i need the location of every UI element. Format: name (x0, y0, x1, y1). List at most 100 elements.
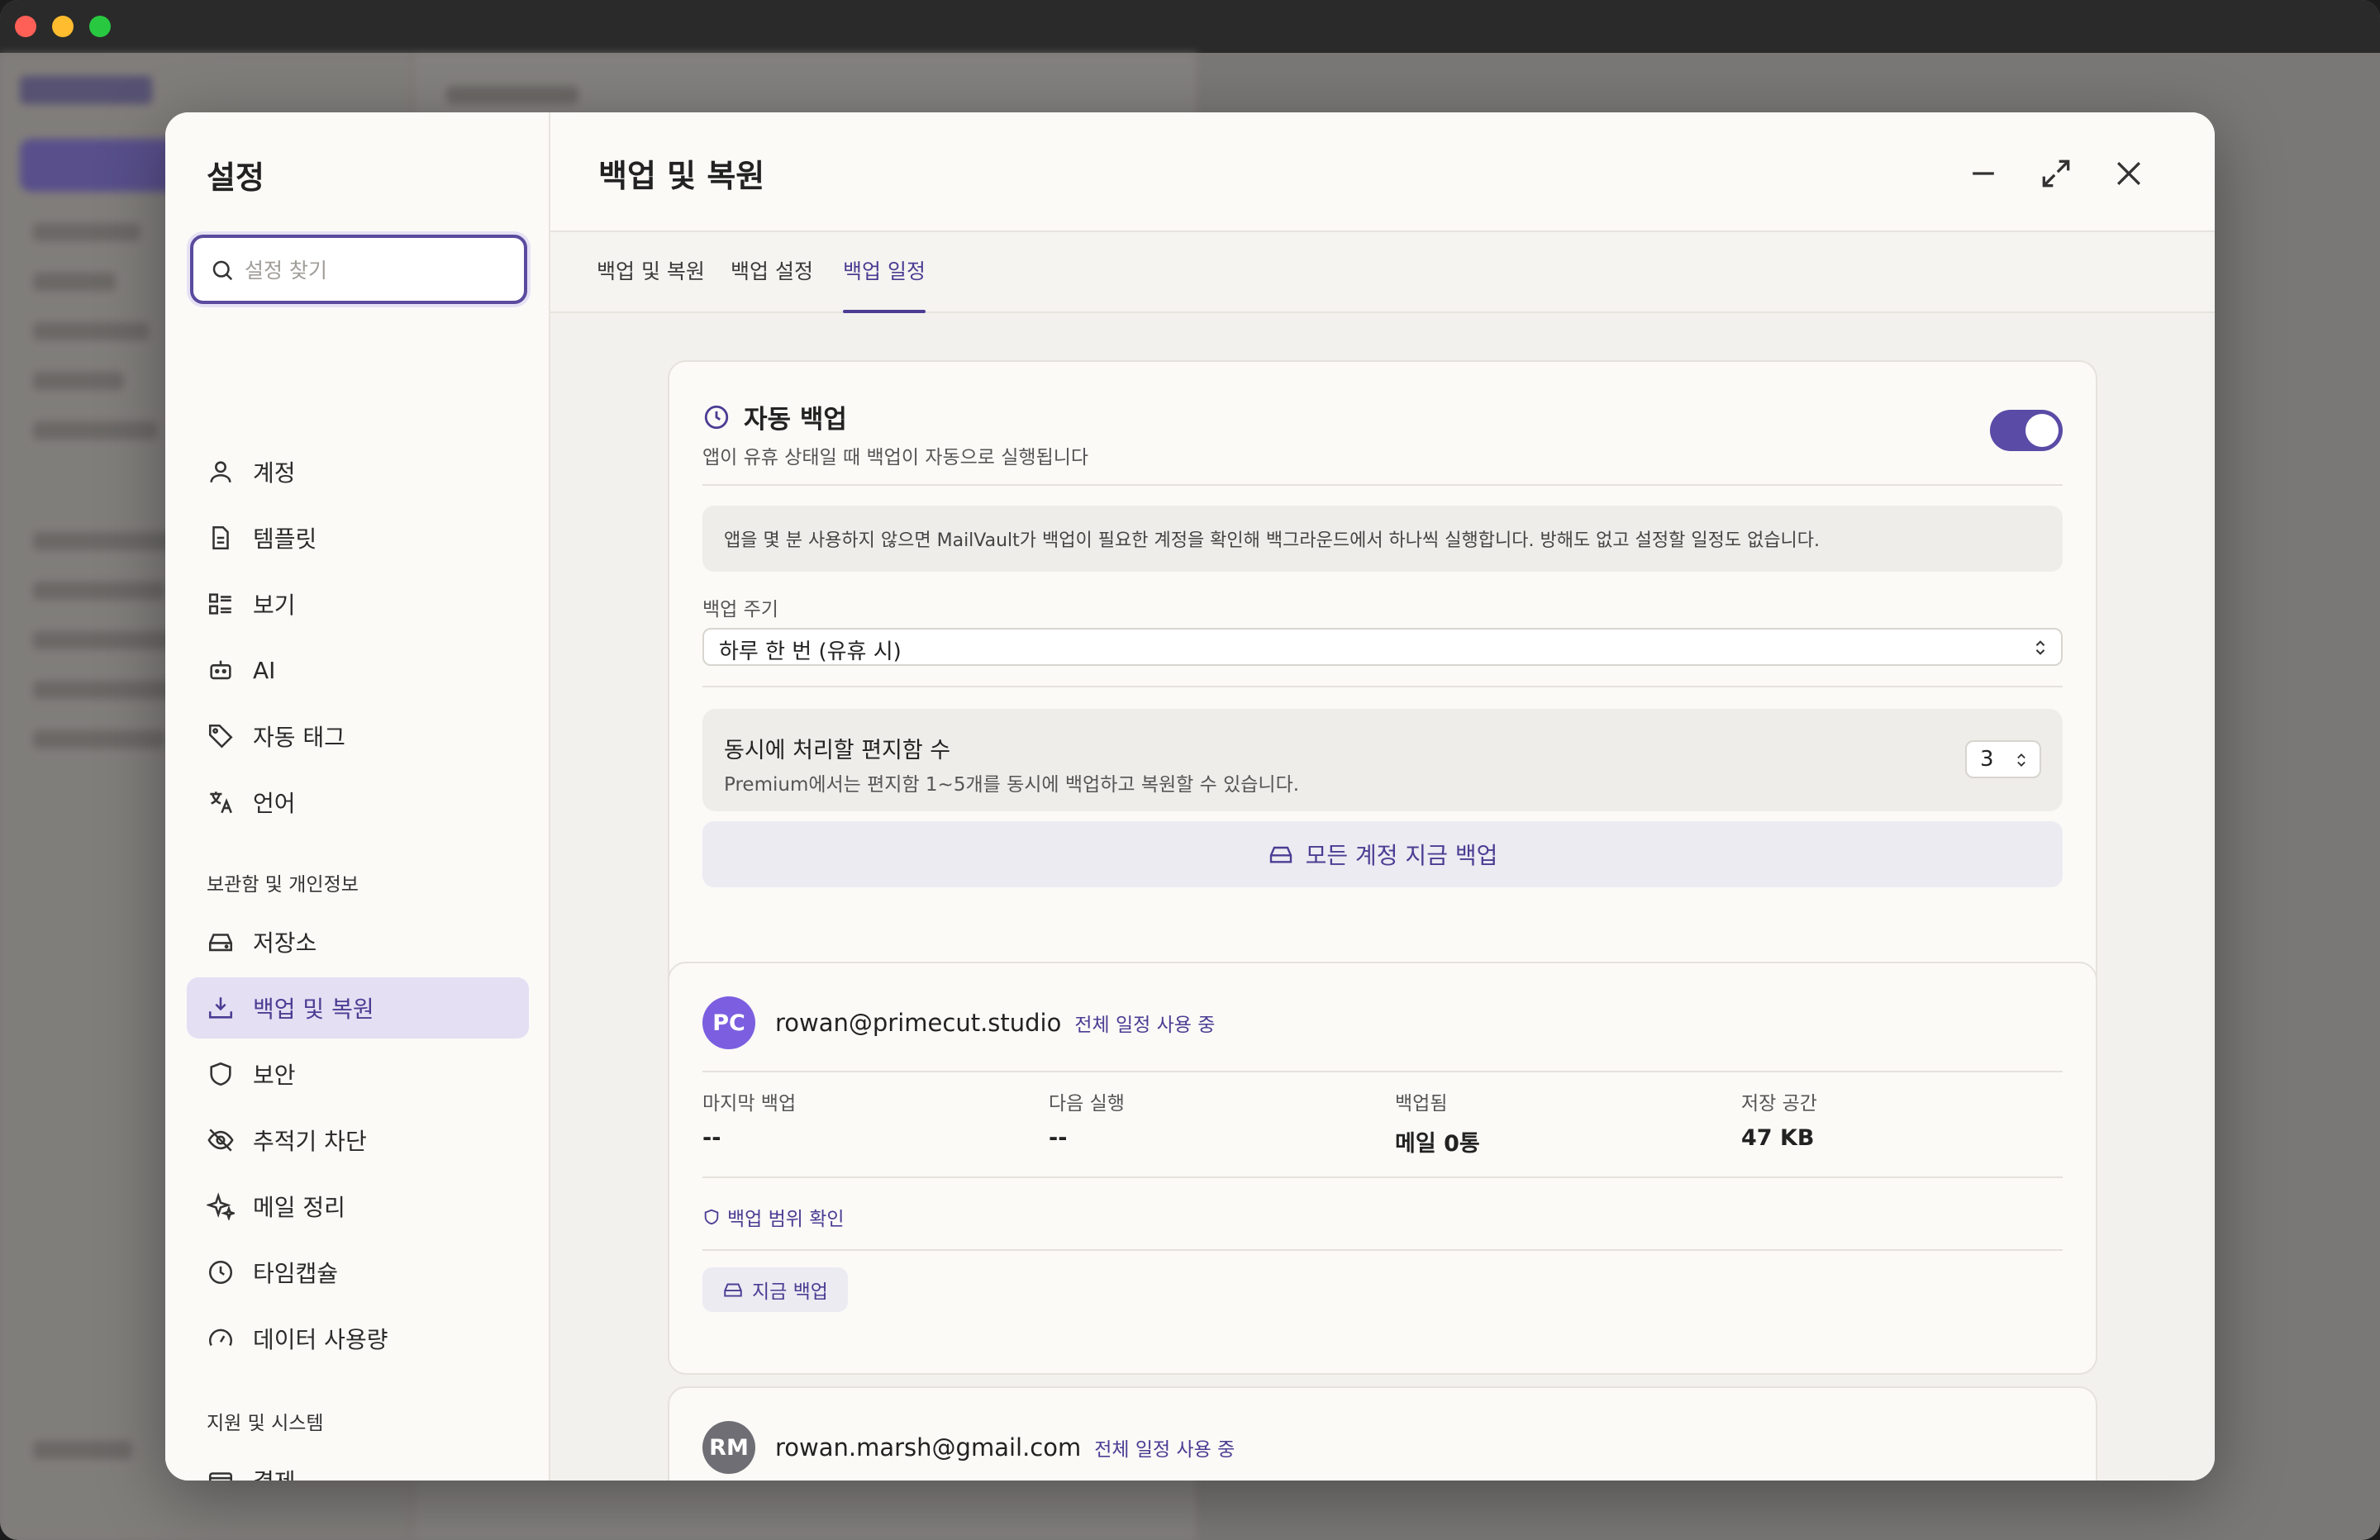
auto-backup-subtitle: 앱이 유휴 상태일 때 백업이 자동으로 실행됩니다 (702, 447, 1089, 468)
frequency-select[interactable]: 하루 한 번 (유휴 시) (702, 628, 2063, 666)
close-window-button[interactable] (15, 16, 36, 37)
sidebar-item-view[interactable]: 보기 (187, 573, 529, 635)
divider (702, 1071, 2063, 1072)
sidebar-item-security[interactable]: 보안 (187, 1043, 529, 1105)
stat-last-backup: 마지막 백업 -- (702, 1087, 796, 1151)
sidebar-item-label: 데이터 사용량 (253, 1326, 388, 1353)
stat-storage: 저장 공간 47 KB (1741, 1087, 1817, 1151)
sidebar-item-mail-cleanup[interactable]: 메일 정리 (187, 1176, 529, 1237)
sidebar-item-label: 보기 (253, 592, 296, 619)
sidebar-item-backup-restore[interactable]: 백업 및 복원 (187, 977, 529, 1039)
backup-all-label: 모든 계정 지금 백업 (1305, 842, 1498, 869)
translate-icon (210, 791, 232, 814)
search-icon (212, 260, 233, 281)
auto-backup-toggle[interactable] (1990, 410, 2063, 451)
chevron-updown-icon (2035, 640, 2045, 655)
user-icon (210, 461, 231, 482)
drive-icon (1269, 846, 1292, 863)
zoom-window-button[interactable] (89, 16, 111, 37)
background-line (33, 681, 174, 699)
background-line (33, 223, 140, 241)
account-email: rowan@primecut.studio (775, 1009, 1062, 1037)
background-line (33, 421, 157, 440)
sidebar-item-label: 메일 정리 (253, 1194, 345, 1221)
sidebar-item-label: 추적기 차단 (253, 1128, 367, 1155)
account-header: RM rowan.marsh@gmail.com 전체 일정 사용 중 (702, 1421, 1235, 1474)
concurrency-panel: 동시에 처리할 편지함 수 Premium에서는 편지함 1~5개를 동시에 백… (702, 709, 2063, 811)
stat-label: 마지막 백업 (702, 1093, 797, 1115)
clock-icon (704, 405, 729, 429)
settings-search[interactable] (190, 235, 527, 304)
minimize-icon[interactable] (1965, 155, 2002, 192)
divider (702, 686, 2063, 687)
background-line (446, 86, 578, 104)
sidebar-item-label: 계정 (253, 459, 296, 487)
sidebar-item-label: 저장소 (253, 929, 317, 957)
backup-all-button[interactable]: 모든 계정 지금 백업 (702, 821, 2063, 887)
sidebar-item-time-capsule[interactable]: 타임캡슐 (187, 1242, 529, 1303)
sidebar-item-billing[interactable]: 결제 (187, 1450, 529, 1481)
account-email: rowan.marsh@gmail.com (775, 1433, 1082, 1462)
settings-modal: 설정 계정 템플릿 보기 AI 자동 (165, 112, 2215, 1481)
minimize-window-button[interactable] (52, 16, 74, 37)
drive-icon (208, 934, 233, 952)
backup-scope-link[interactable]: 백업 범위 확인 (702, 1203, 845, 1231)
document-icon (212, 525, 229, 550)
sidebar-item-label: 백업 및 복원 (253, 996, 374, 1023)
close-icon[interactable] (2111, 155, 2147, 192)
drive-icon (724, 1283, 742, 1297)
tab-backup-settings[interactable]: 백업 설정 (731, 255, 813, 313)
background-line (33, 582, 165, 600)
clock-icon (208, 1260, 233, 1285)
stat-backed-up: 백업됨 메일 0통 (1395, 1087, 1480, 1157)
robot-icon (210, 660, 231, 680)
sidebar-item-account[interactable]: 계정 (187, 441, 529, 502)
sidebar-item-label: AI (253, 656, 276, 684)
sidebar-item-label: 언어 (253, 790, 296, 817)
stat-next-run: 다음 실행 -- (1049, 1087, 1125, 1151)
schedule-status[interactable]: 전체 일정 사용 중 (1094, 1433, 1235, 1462)
app-window: 설정 계정 템플릿 보기 AI 자동 (0, 0, 2380, 1540)
concurrency-stepper[interactable]: 3 (1965, 740, 2041, 778)
sidebar-item-templates[interactable]: 템플릿 (187, 507, 529, 568)
sidebar-item-storage[interactable]: 저장소 (187, 911, 529, 972)
stat-value: -- (702, 1125, 721, 1151)
background-line (33, 322, 149, 340)
avatar: RM (702, 1421, 755, 1474)
account-header: PC rowan@primecut.studio 전체 일정 사용 중 (702, 996, 1215, 1049)
sidebar-item-tracker-block[interactable]: 추적기 차단 (187, 1110, 529, 1171)
schedule-status[interactable]: 전체 일정 사용 중 (1074, 1009, 1215, 1037)
sidebar-item-auto-tag[interactable]: 자동 태그 (187, 706, 529, 767)
divider (702, 1176, 2063, 1178)
background-line (33, 631, 182, 649)
account-card: RM rowan.marsh@gmail.com 전체 일정 사용 중 (668, 1386, 2097, 1481)
background-line (33, 532, 174, 550)
background-line (33, 273, 116, 291)
tab-backup-schedule[interactable]: 백업 일정 (843, 255, 926, 313)
section-label-privacy: 보관함 및 개인정보 (207, 874, 359, 896)
auto-backup-card: 자동 백업 앱이 유휴 상태일 때 백업이 자동으로 실행됩니다 앱을 몇 분 … (668, 360, 2097, 1033)
backup-now-button[interactable]: 지금 백업 (702, 1267, 848, 1312)
sidebar-item-label: 보안 (253, 1062, 296, 1089)
section-label-support: 지원 및 시스템 (207, 1413, 324, 1434)
background-line (33, 730, 165, 749)
sidebar-item-label: 템플릿 (253, 525, 317, 553)
settings-main: 백업 및 복원 백업 및 복원 백업 설정 백업 일정 자동 백업 앱이 유휴 … (550, 112, 2215, 1481)
stat-value: 메일 0통 (1395, 1131, 1480, 1157)
search-input[interactable] (245, 253, 509, 288)
sidebar-item-data-usage[interactable]: 데이터 사용량 (187, 1308, 529, 1369)
frequency-label: 백업 주기 (702, 599, 778, 620)
sidebar-item-ai[interactable]: AI (187, 639, 529, 701)
main-header: 백업 및 복원 (550, 112, 2215, 232)
expand-icon[interactable] (2038, 155, 2074, 192)
sidebar-item-label: 타임캡슐 (253, 1260, 339, 1287)
shield-icon (704, 1209, 719, 1225)
backup-now-label: 지금 백업 (752, 1281, 828, 1303)
stat-label: 저장 공간 (1741, 1093, 1817, 1115)
tag-icon (208, 724, 233, 749)
background-line (33, 1441, 132, 1459)
avatar: PC (702, 996, 755, 1049)
sidebar-item-language[interactable]: 언어 (187, 772, 529, 833)
backup-scope-label: 백업 범위 확인 (727, 1209, 845, 1230)
tab-backup-restore[interactable]: 백업 및 복원 (597, 255, 705, 313)
